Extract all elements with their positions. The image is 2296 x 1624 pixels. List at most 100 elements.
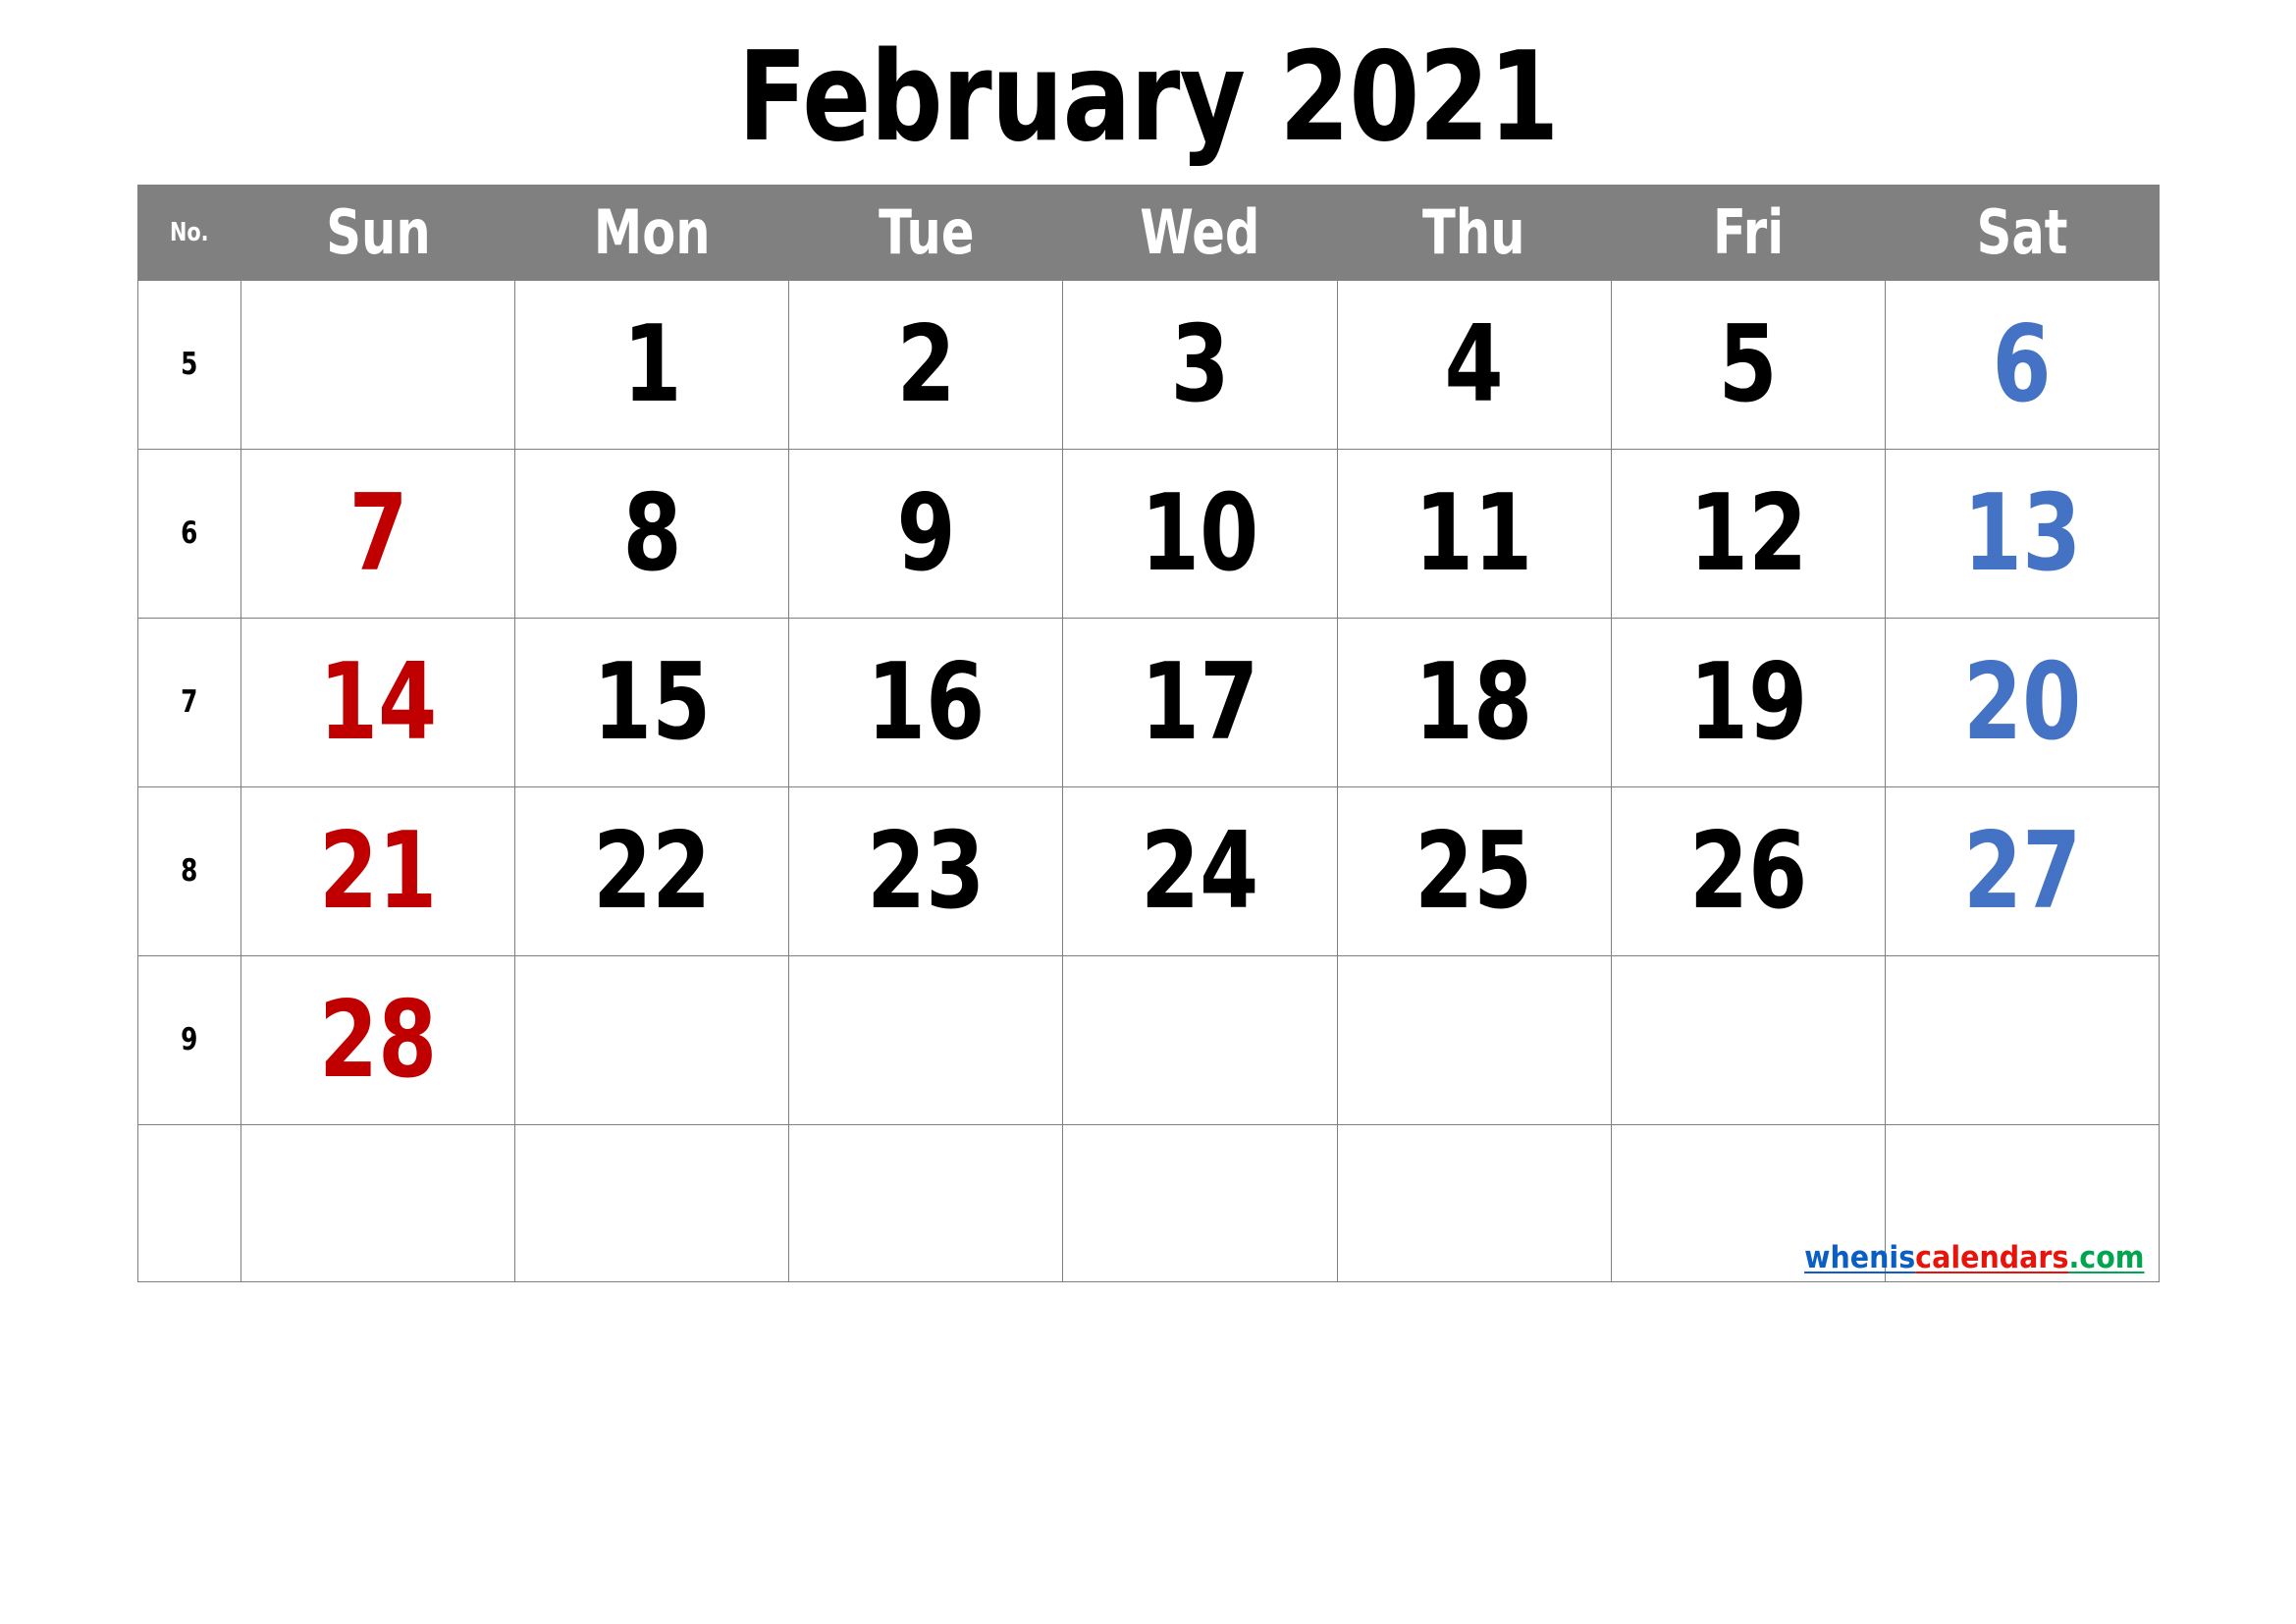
day-number: 12 xyxy=(1688,471,1807,595)
day-cell-tue[interactable] xyxy=(788,1124,1064,1282)
day-number: 8 xyxy=(622,471,682,595)
day-number: 26 xyxy=(1688,809,1807,933)
site-link[interactable]: wheniscalendars.com xyxy=(1805,1243,2145,1273)
day-cell-fri[interactable]: 5 xyxy=(1610,280,1886,450)
calendar-page: February 2021 No. Sun Mon Tue Wed Thu Fr… xyxy=(0,0,2296,1624)
day-cell-mon[interactable]: 1 xyxy=(514,280,790,450)
day-cell-sat[interactable]: 13 xyxy=(1884,449,2161,619)
week-number: 9 xyxy=(181,1022,198,1057)
column-header-tue: Tue xyxy=(788,185,1064,281)
day-cell-sun[interactable]: 14 xyxy=(240,618,516,787)
week-number-cell xyxy=(136,1124,242,1282)
day-cell-sat[interactable]: 27 xyxy=(1884,786,2161,956)
calendar-week-row: 9 28 xyxy=(136,955,2161,1125)
week-number-cell: 8 xyxy=(136,786,242,956)
day-cell-mon[interactable] xyxy=(514,1124,790,1282)
week-number-cell: 9 xyxy=(136,955,242,1125)
day-cell-wed[interactable]: 3 xyxy=(1062,280,1338,450)
day-cell-sat[interactable] xyxy=(1884,955,2161,1125)
day-cell-wed[interactable]: 10 xyxy=(1062,449,1338,619)
day-cell-sat[interactable]: wheniscalendars.com xyxy=(1805,1124,2161,1282)
column-header-sun: Sun xyxy=(240,185,516,281)
day-cell-thu[interactable] xyxy=(1336,1124,1612,1282)
column-header-thu: Thu xyxy=(1336,185,1612,281)
day-cell-sun[interactable] xyxy=(240,280,516,450)
week-number-cell: 6 xyxy=(136,449,242,619)
day-cell-tue[interactable]: 23 xyxy=(788,786,1064,956)
day-cell-fri[interactable] xyxy=(1610,955,1886,1125)
day-number: 7 xyxy=(348,471,408,595)
day-number: 22 xyxy=(593,809,712,933)
day-cell-mon[interactable] xyxy=(514,955,790,1125)
day-cell-mon[interactable]: 8 xyxy=(514,449,790,619)
day-cell-sun[interactable]: 28 xyxy=(240,955,516,1125)
day-cell-wed[interactable]: 17 xyxy=(1062,618,1338,787)
column-header-mon: Mon xyxy=(514,185,790,281)
day-header-label: Sat xyxy=(1976,196,2068,268)
day-number: 17 xyxy=(1141,640,1259,764)
day-cell-thu[interactable]: 4 xyxy=(1336,280,1612,450)
calendar-week-row: 7 14 15 16 17 18 19 20 xyxy=(136,618,2161,787)
day-header-label: Sun xyxy=(325,196,431,268)
day-number: 1 xyxy=(622,302,682,426)
day-cell-wed[interactable] xyxy=(1062,955,1338,1125)
week-number: 7 xyxy=(181,684,198,720)
day-number: 27 xyxy=(1962,809,2082,933)
day-number: 15 xyxy=(593,640,712,764)
day-number: 6 xyxy=(1992,302,2052,426)
day-number: 23 xyxy=(867,809,986,933)
day-number: 18 xyxy=(1415,640,1533,764)
week-number-cell: 7 xyxy=(136,618,242,787)
day-number: 2 xyxy=(896,302,956,426)
column-header-wed: Wed xyxy=(1062,185,1338,281)
week-number-cell: 5 xyxy=(136,280,242,450)
day-number: 20 xyxy=(1962,640,2082,764)
day-header-label: Tue xyxy=(878,196,975,268)
day-header-label: Mon xyxy=(593,196,711,268)
day-cell-tue[interactable]: 2 xyxy=(788,280,1064,450)
page-title: February 2021 xyxy=(137,14,2160,181)
day-number: 13 xyxy=(1962,471,2082,595)
day-number: 14 xyxy=(318,640,438,764)
day-number: 25 xyxy=(1415,809,1533,933)
day-cell-mon[interactable]: 15 xyxy=(514,618,790,787)
day-number: 5 xyxy=(1718,302,1778,426)
day-cell-tue[interactable]: 16 xyxy=(788,618,1064,787)
week-number: 6 xyxy=(181,515,198,551)
calendar-header-row: No. Sun Mon Tue Wed Thu Fri Sat xyxy=(136,185,2161,281)
day-cell-fri[interactable]: 26 xyxy=(1610,786,1886,956)
day-cell-wed[interactable] xyxy=(1062,1124,1338,1282)
day-cell-fri[interactable]: 19 xyxy=(1610,618,1886,787)
site-link-part-1: whenis xyxy=(1804,1240,1916,1275)
column-header-fri: Fri xyxy=(1610,185,1886,281)
day-cell-thu[interactable] xyxy=(1336,955,1612,1125)
calendar-week-row: 6 7 8 9 10 11 12 13 xyxy=(136,449,2161,619)
day-number: 11 xyxy=(1415,471,1533,595)
day-header-label: Fri xyxy=(1712,196,1784,268)
day-cell-fri[interactable]: 12 xyxy=(1610,449,1886,619)
day-cell-sun[interactable]: 7 xyxy=(240,449,516,619)
day-number: 24 xyxy=(1141,809,1259,933)
day-cell-sat[interactable]: 20 xyxy=(1884,618,2161,787)
calendar-week-row: 8 21 22 23 24 25 26 27 xyxy=(136,786,2161,956)
day-cell-wed[interactable]: 24 xyxy=(1062,786,1338,956)
column-header-week-no: No. xyxy=(136,185,242,281)
day-number: 10 xyxy=(1141,471,1259,595)
day-cell-thu[interactable]: 18 xyxy=(1336,618,1612,787)
day-cell-thu[interactable]: 25 xyxy=(1336,786,1612,956)
calendar-week-row: wheniscalendars.com xyxy=(136,1124,2161,1282)
day-cell-mon[interactable]: 22 xyxy=(514,786,790,956)
day-cell-sat[interactable]: 6 xyxy=(1884,280,2161,450)
day-cell-tue[interactable] xyxy=(788,955,1064,1125)
day-number: 21 xyxy=(318,809,438,933)
day-header-label: Thu xyxy=(1422,196,1525,268)
day-cell-sun[interactable]: 21 xyxy=(240,786,516,956)
calendar-title-text: February 2021 xyxy=(738,25,1560,169)
day-cell-sun[interactable] xyxy=(240,1124,516,1282)
day-cell-tue[interactable]: 9 xyxy=(788,449,1064,619)
site-link-part-3: .com xyxy=(2068,1240,2145,1275)
calendar-table: No. Sun Mon Tue Wed Thu Fri Sat 5 1 2 3 … xyxy=(136,185,2161,1282)
day-cell-thu[interactable]: 11 xyxy=(1336,449,1612,619)
column-header-sat: Sat xyxy=(1884,185,2161,281)
site-link-part-2: calendars xyxy=(1915,1240,2069,1275)
